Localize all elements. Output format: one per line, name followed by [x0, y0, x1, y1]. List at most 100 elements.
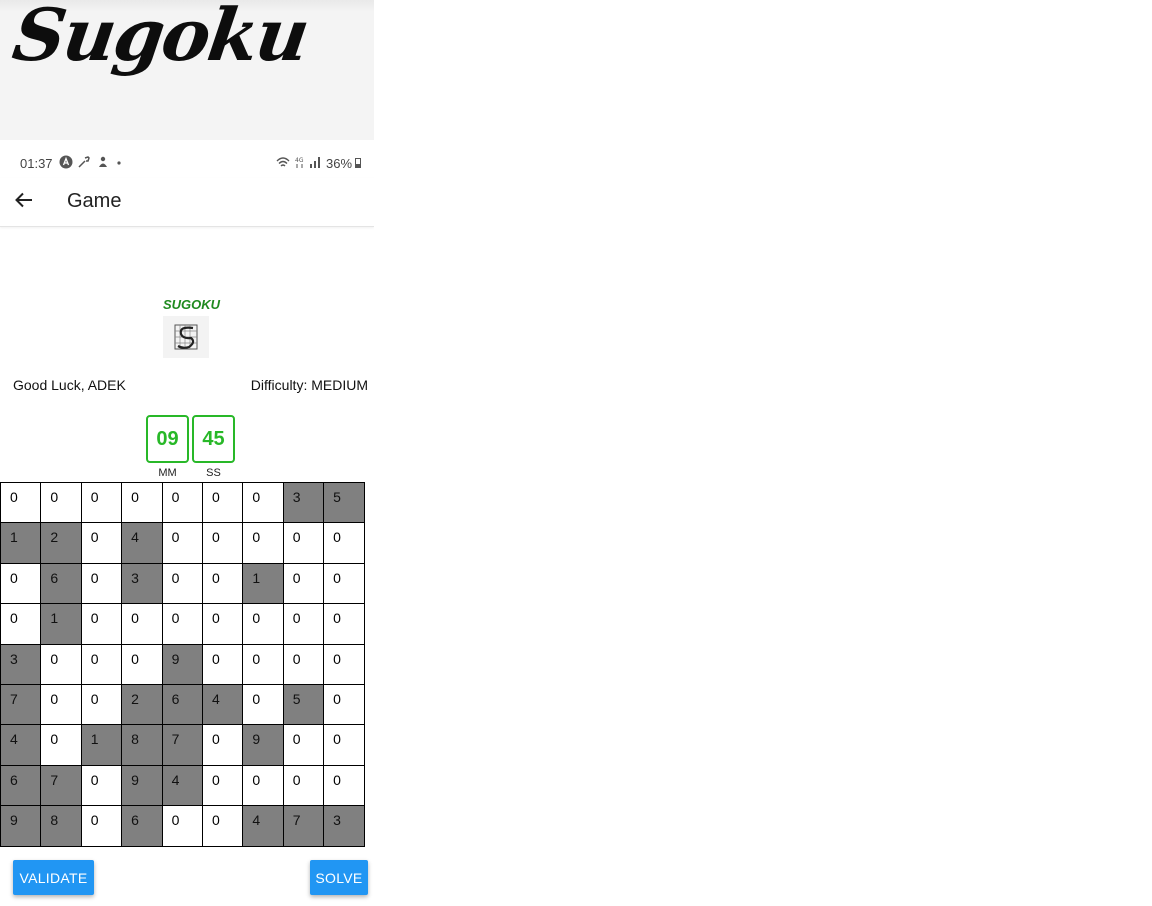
sudoku-cell[interactable]: 3 — [283, 483, 325, 524]
sudoku-logo-icon — [163, 316, 209, 358]
sudoku-cell[interactable]: 0 — [283, 765, 325, 807]
sudoku-cell[interactable]: 0 — [283, 644, 325, 685]
sudoku-cell[interactable]: 0 — [202, 725, 244, 766]
sudoku-cell[interactable]: 0 — [41, 684, 82, 726]
sudoku-cell[interactable]: 0 — [283, 604, 325, 645]
sudoku-cell[interactable]: 4 — [202, 684, 244, 726]
battery-icon — [355, 158, 361, 168]
sudoku-cell[interactable]: 0 — [243, 644, 284, 685]
sudoku-cell[interactable]: 2 — [41, 523, 82, 564]
sudoku-cell[interactable]: 9 — [243, 725, 284, 766]
sudoku-cell[interactable]: 0 — [162, 563, 203, 605]
hero-title: Sugoku — [7, 0, 313, 77]
sudoku-cell[interactable]: 0 — [1, 483, 42, 524]
sudoku-cell[interactable]: 0 — [41, 483, 82, 524]
sudoku-cell[interactable]: 0 — [81, 523, 123, 564]
sudoku-cell[interactable]: 0 — [243, 765, 284, 807]
sudoku-cell[interactable]: 5 — [324, 483, 365, 524]
sudoku-cell[interactable]: 9 — [122, 765, 163, 807]
sudoku-cell[interactable]: 0 — [202, 806, 244, 847]
sudoku-cell[interactable]: 0 — [122, 644, 163, 685]
sudoku-cell[interactable]: 8 — [122, 725, 163, 766]
validate-button[interactable]: VALIDATE — [13, 860, 94, 895]
sudoku-cell[interactable]: 9 — [162, 644, 203, 685]
sudoku-cell[interactable]: 0 — [41, 644, 82, 685]
sudoku-cell[interactable]: 0 — [162, 806, 203, 847]
sudoku-cell[interactable]: 0 — [81, 563, 123, 605]
sudoku-cell[interactable]: 0 — [324, 563, 365, 605]
sudoku-cell[interactable]: 0 — [283, 563, 325, 605]
sudoku-cell[interactable]: 6 — [162, 684, 203, 726]
solve-button[interactable]: SOLVE — [310, 860, 368, 895]
arrow-left-icon[interactable] — [12, 188, 36, 212]
sudoku-cell[interactable]: 0 — [202, 765, 244, 807]
sudoku-cell[interactable]: 4 — [162, 765, 203, 807]
sudoku-cell[interactable]: 4 — [122, 523, 163, 564]
sudoku-cell[interactable]: 2 — [122, 684, 163, 726]
sudoku-cell[interactable]: 0 — [81, 483, 123, 524]
sudoku-cell[interactable]: 8 — [41, 806, 82, 847]
sudoku-cell[interactable]: 0 — [243, 523, 284, 564]
sudoku-cell[interactable]: 0 — [81, 765, 123, 807]
sudoku-cell[interactable]: 1 — [1, 523, 42, 564]
sudoku-cell[interactable]: 3 — [1, 644, 42, 685]
sudoku-cell[interactable]: 0 — [202, 523, 244, 564]
page-title: Game — [67, 190, 122, 212]
sudoku-cell[interactable]: 0 — [1, 604, 42, 645]
sudoku-cell[interactable]: 0 — [324, 523, 365, 564]
sudoku-cell[interactable]: 0 — [162, 604, 203, 645]
timer-minutes: 09 — [146, 415, 189, 463]
sudoku-cell[interactable]: 3 — [122, 563, 163, 605]
sudoku-cell[interactable]: 0 — [243, 684, 284, 726]
svg-text:4G: 4G — [295, 157, 304, 164]
sudoku-cell[interactable]: 0 — [202, 483, 244, 524]
sudoku-cell[interactable]: 3 — [324, 806, 365, 847]
sudoku-cell[interactable]: 7 — [162, 725, 203, 766]
sudoku-cell[interactable]: 0 — [202, 644, 244, 685]
sudoku-cell[interactable]: 0 — [283, 523, 325, 564]
status-bar: 01:37 4G 36% — [0, 148, 374, 178]
sudoku-cell[interactable]: 7 — [1, 684, 42, 726]
sudoku-cell[interactable]: 0 — [202, 604, 244, 645]
sudoku-cell[interactable]: 0 — [81, 806, 123, 847]
sudoku-cell[interactable]: 7 — [41, 765, 82, 807]
sudoku-cell[interactable]: 0 — [202, 563, 244, 605]
app-bar: Game — [0, 178, 374, 227]
sudoku-cell[interactable]: 0 — [324, 644, 365, 685]
sudoku-cell[interactable]: 0 — [324, 684, 365, 726]
timer-seconds: 45 — [192, 415, 235, 463]
sudoku-cell[interactable]: 0 — [324, 725, 365, 766]
sudoku-cell[interactable]: 1 — [81, 725, 123, 766]
sudoku-cell[interactable]: 0 — [1, 563, 42, 605]
sudoku-cell[interactable]: 6 — [122, 806, 163, 847]
timer-minutes-label: MM — [158, 467, 177, 479]
sudoku-cell[interactable]: 0 — [81, 684, 123, 726]
sudoku-cell[interactable]: 0 — [81, 644, 123, 685]
sudoku-cell[interactable]: 0 — [324, 765, 365, 807]
sudoku-cell[interactable]: 0 — [41, 725, 82, 766]
sudoku-cell[interactable]: 0 — [283, 725, 325, 766]
sudoku-cell[interactable]: 0 — [243, 604, 284, 645]
sudoku-cell[interactable]: 0 — [324, 604, 365, 645]
sudoku-cell[interactable]: 6 — [1, 765, 42, 807]
sudoku-cell[interactable]: 0 — [243, 483, 284, 524]
sudoku-cell[interactable]: 4 — [243, 806, 284, 847]
sudoku-cell[interactable]: 0 — [122, 604, 163, 645]
a-circle-icon — [59, 155, 73, 169]
dot-icon — [117, 161, 121, 165]
sudoku-cell[interactable]: 1 — [243, 563, 284, 605]
sudoku-cell[interactable]: 0 — [122, 483, 163, 524]
wrench-icon — [78, 156, 90, 168]
sudoku-cell[interactable]: 0 — [81, 604, 123, 645]
sudoku-cell[interactable]: 9 — [1, 806, 42, 847]
person-icon — [99, 156, 107, 167]
sudoku-cell[interactable]: 0 — [162, 483, 203, 524]
battery-percentage: 36% — [326, 156, 353, 171]
status-time: 01:37 — [20, 156, 53, 171]
sudoku-cell[interactable]: 4 — [1, 725, 42, 766]
sudoku-cell[interactable]: 1 — [41, 604, 82, 645]
sudoku-cell[interactable]: 0 — [162, 523, 203, 564]
sudoku-cell[interactable]: 6 — [41, 563, 82, 605]
sudoku-cell[interactable]: 7 — [283, 806, 325, 847]
sudoku-cell[interactable]: 5 — [283, 684, 325, 726]
